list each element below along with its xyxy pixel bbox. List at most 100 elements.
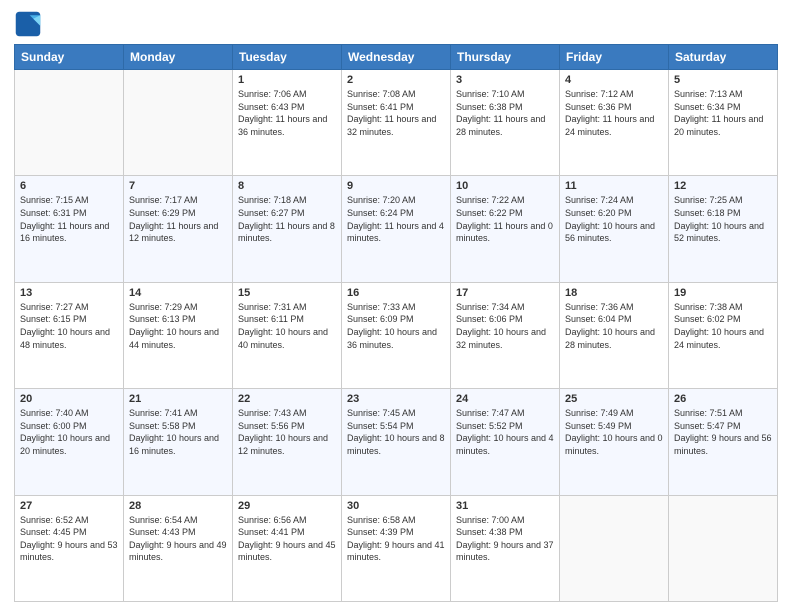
week-row-2: 6 Sunrise: 7:15 AMSunset: 6:31 PMDayligh… [15, 176, 778, 282]
week-row-4: 20 Sunrise: 7:40 AMSunset: 6:00 PMDaylig… [15, 389, 778, 495]
calendar-cell: 21 Sunrise: 7:41 AMSunset: 5:58 PMDaylig… [124, 389, 233, 495]
day-number: 14 [129, 287, 227, 299]
weekday-header-sunday: Sunday [15, 45, 124, 70]
calendar-cell: 30 Sunrise: 6:58 AMSunset: 4:39 PMDaylig… [342, 495, 451, 601]
day-info: Sunrise: 7:25 AMSunset: 6:18 PMDaylight:… [674, 194, 772, 244]
calendar-cell: 18 Sunrise: 7:36 AMSunset: 6:04 PMDaylig… [560, 282, 669, 388]
day-number: 30 [347, 500, 445, 512]
calendar-cell [669, 495, 778, 601]
calendar-cell: 8 Sunrise: 7:18 AMSunset: 6:27 PMDayligh… [233, 176, 342, 282]
day-number: 27 [20, 500, 118, 512]
calendar-cell: 31 Sunrise: 7:00 AMSunset: 4:38 PMDaylig… [451, 495, 560, 601]
weekday-header-friday: Friday [560, 45, 669, 70]
day-number: 3 [456, 74, 554, 86]
calendar-cell: 24 Sunrise: 7:47 AMSunset: 5:52 PMDaylig… [451, 389, 560, 495]
day-number: 10 [456, 180, 554, 192]
calendar-cell: 11 Sunrise: 7:24 AMSunset: 6:20 PMDaylig… [560, 176, 669, 282]
day-number: 24 [456, 393, 554, 405]
day-number: 19 [674, 287, 772, 299]
calendar-cell: 28 Sunrise: 6:54 AMSunset: 4:43 PMDaylig… [124, 495, 233, 601]
day-number: 2 [347, 74, 445, 86]
day-info: Sunrise: 6:56 AMSunset: 4:41 PMDaylight:… [238, 514, 336, 564]
day-info: Sunrise: 7:34 AMSunset: 6:06 PMDaylight:… [456, 301, 554, 351]
day-info: Sunrise: 7:08 AMSunset: 6:41 PMDaylight:… [347, 88, 445, 138]
calendar-cell: 9 Sunrise: 7:20 AMSunset: 6:24 PMDayligh… [342, 176, 451, 282]
day-number: 21 [129, 393, 227, 405]
day-info: Sunrise: 7:33 AMSunset: 6:09 PMDaylight:… [347, 301, 445, 351]
calendar-cell: 26 Sunrise: 7:51 AMSunset: 5:47 PMDaylig… [669, 389, 778, 495]
calendar-cell: 23 Sunrise: 7:45 AMSunset: 5:54 PMDaylig… [342, 389, 451, 495]
page: SundayMondayTuesdayWednesdayThursdayFrid… [0, 0, 792, 612]
calendar-body: 1 Sunrise: 7:06 AMSunset: 6:43 PMDayligh… [15, 70, 778, 602]
week-row-3: 13 Sunrise: 7:27 AMSunset: 6:15 PMDaylig… [15, 282, 778, 388]
day-info: Sunrise: 7:38 AMSunset: 6:02 PMDaylight:… [674, 301, 772, 351]
day-number: 11 [565, 180, 663, 192]
weekday-header-saturday: Saturday [669, 45, 778, 70]
day-number: 26 [674, 393, 772, 405]
day-info: Sunrise: 7:24 AMSunset: 6:20 PMDaylight:… [565, 194, 663, 244]
day-info: Sunrise: 7:49 AMSunset: 5:49 PMDaylight:… [565, 407, 663, 457]
day-number: 20 [20, 393, 118, 405]
day-info: Sunrise: 7:00 AMSunset: 4:38 PMDaylight:… [456, 514, 554, 564]
calendar-cell: 19 Sunrise: 7:38 AMSunset: 6:02 PMDaylig… [669, 282, 778, 388]
day-number: 6 [20, 180, 118, 192]
day-number: 5 [674, 74, 772, 86]
day-number: 12 [674, 180, 772, 192]
day-number: 13 [20, 287, 118, 299]
calendar-cell [15, 70, 124, 176]
week-row-5: 27 Sunrise: 6:52 AMSunset: 4:45 PMDaylig… [15, 495, 778, 601]
weekday-header-tuesday: Tuesday [233, 45, 342, 70]
weekday-header-monday: Monday [124, 45, 233, 70]
calendar-cell: 17 Sunrise: 7:34 AMSunset: 6:06 PMDaylig… [451, 282, 560, 388]
day-info: Sunrise: 7:22 AMSunset: 6:22 PMDaylight:… [456, 194, 554, 244]
weekday-header-row: SundayMondayTuesdayWednesdayThursdayFrid… [15, 45, 778, 70]
day-info: Sunrise: 6:54 AMSunset: 4:43 PMDaylight:… [129, 514, 227, 564]
day-info: Sunrise: 7:29 AMSunset: 6:13 PMDaylight:… [129, 301, 227, 351]
calendar-cell: 6 Sunrise: 7:15 AMSunset: 6:31 PMDayligh… [15, 176, 124, 282]
day-info: Sunrise: 6:52 AMSunset: 4:45 PMDaylight:… [20, 514, 118, 564]
calendar-cell: 12 Sunrise: 7:25 AMSunset: 6:18 PMDaylig… [669, 176, 778, 282]
day-number: 23 [347, 393, 445, 405]
day-number: 15 [238, 287, 336, 299]
day-number: 17 [456, 287, 554, 299]
calendar-cell: 13 Sunrise: 7:27 AMSunset: 6:15 PMDaylig… [15, 282, 124, 388]
day-number: 1 [238, 74, 336, 86]
day-number: 16 [347, 287, 445, 299]
day-info: Sunrise: 7:36 AMSunset: 6:04 PMDaylight:… [565, 301, 663, 351]
day-number: 25 [565, 393, 663, 405]
day-number: 28 [129, 500, 227, 512]
calendar-cell: 22 Sunrise: 7:43 AMSunset: 5:56 PMDaylig… [233, 389, 342, 495]
day-info: Sunrise: 7:17 AMSunset: 6:29 PMDaylight:… [129, 194, 227, 244]
day-info: Sunrise: 7:18 AMSunset: 6:27 PMDaylight:… [238, 194, 336, 244]
calendar-cell: 15 Sunrise: 7:31 AMSunset: 6:11 PMDaylig… [233, 282, 342, 388]
day-info: Sunrise: 7:43 AMSunset: 5:56 PMDaylight:… [238, 407, 336, 457]
day-info: Sunrise: 7:40 AMSunset: 6:00 PMDaylight:… [20, 407, 118, 457]
day-info: Sunrise: 7:20 AMSunset: 6:24 PMDaylight:… [347, 194, 445, 244]
calendar-cell: 2 Sunrise: 7:08 AMSunset: 6:41 PMDayligh… [342, 70, 451, 176]
calendar-cell: 27 Sunrise: 6:52 AMSunset: 4:45 PMDaylig… [15, 495, 124, 601]
calendar-cell: 14 Sunrise: 7:29 AMSunset: 6:13 PMDaylig… [124, 282, 233, 388]
calendar-cell: 29 Sunrise: 6:56 AMSunset: 4:41 PMDaylig… [233, 495, 342, 601]
day-number: 29 [238, 500, 336, 512]
weekday-header-wednesday: Wednesday [342, 45, 451, 70]
day-number: 18 [565, 287, 663, 299]
day-info: Sunrise: 7:31 AMSunset: 6:11 PMDaylight:… [238, 301, 336, 351]
week-row-1: 1 Sunrise: 7:06 AMSunset: 6:43 PMDayligh… [15, 70, 778, 176]
calendar-cell: 1 Sunrise: 7:06 AMSunset: 6:43 PMDayligh… [233, 70, 342, 176]
day-number: 31 [456, 500, 554, 512]
calendar-cell: 10 Sunrise: 7:22 AMSunset: 6:22 PMDaylig… [451, 176, 560, 282]
day-number: 8 [238, 180, 336, 192]
day-info: Sunrise: 7:13 AMSunset: 6:34 PMDaylight:… [674, 88, 772, 138]
calendar-cell: 20 Sunrise: 7:40 AMSunset: 6:00 PMDaylig… [15, 389, 124, 495]
calendar-table: SundayMondayTuesdayWednesdayThursdayFrid… [14, 44, 778, 602]
weekday-header-thursday: Thursday [451, 45, 560, 70]
day-info: Sunrise: 7:47 AMSunset: 5:52 PMDaylight:… [456, 407, 554, 457]
day-info: Sunrise: 7:27 AMSunset: 6:15 PMDaylight:… [20, 301, 118, 351]
calendar-cell: 16 Sunrise: 7:33 AMSunset: 6:09 PMDaylig… [342, 282, 451, 388]
day-info: Sunrise: 6:58 AMSunset: 4:39 PMDaylight:… [347, 514, 445, 564]
day-info: Sunrise: 7:45 AMSunset: 5:54 PMDaylight:… [347, 407, 445, 457]
day-number: 4 [565, 74, 663, 86]
day-number: 7 [129, 180, 227, 192]
calendar-cell: 7 Sunrise: 7:17 AMSunset: 6:29 PMDayligh… [124, 176, 233, 282]
day-info: Sunrise: 7:41 AMSunset: 5:58 PMDaylight:… [129, 407, 227, 457]
